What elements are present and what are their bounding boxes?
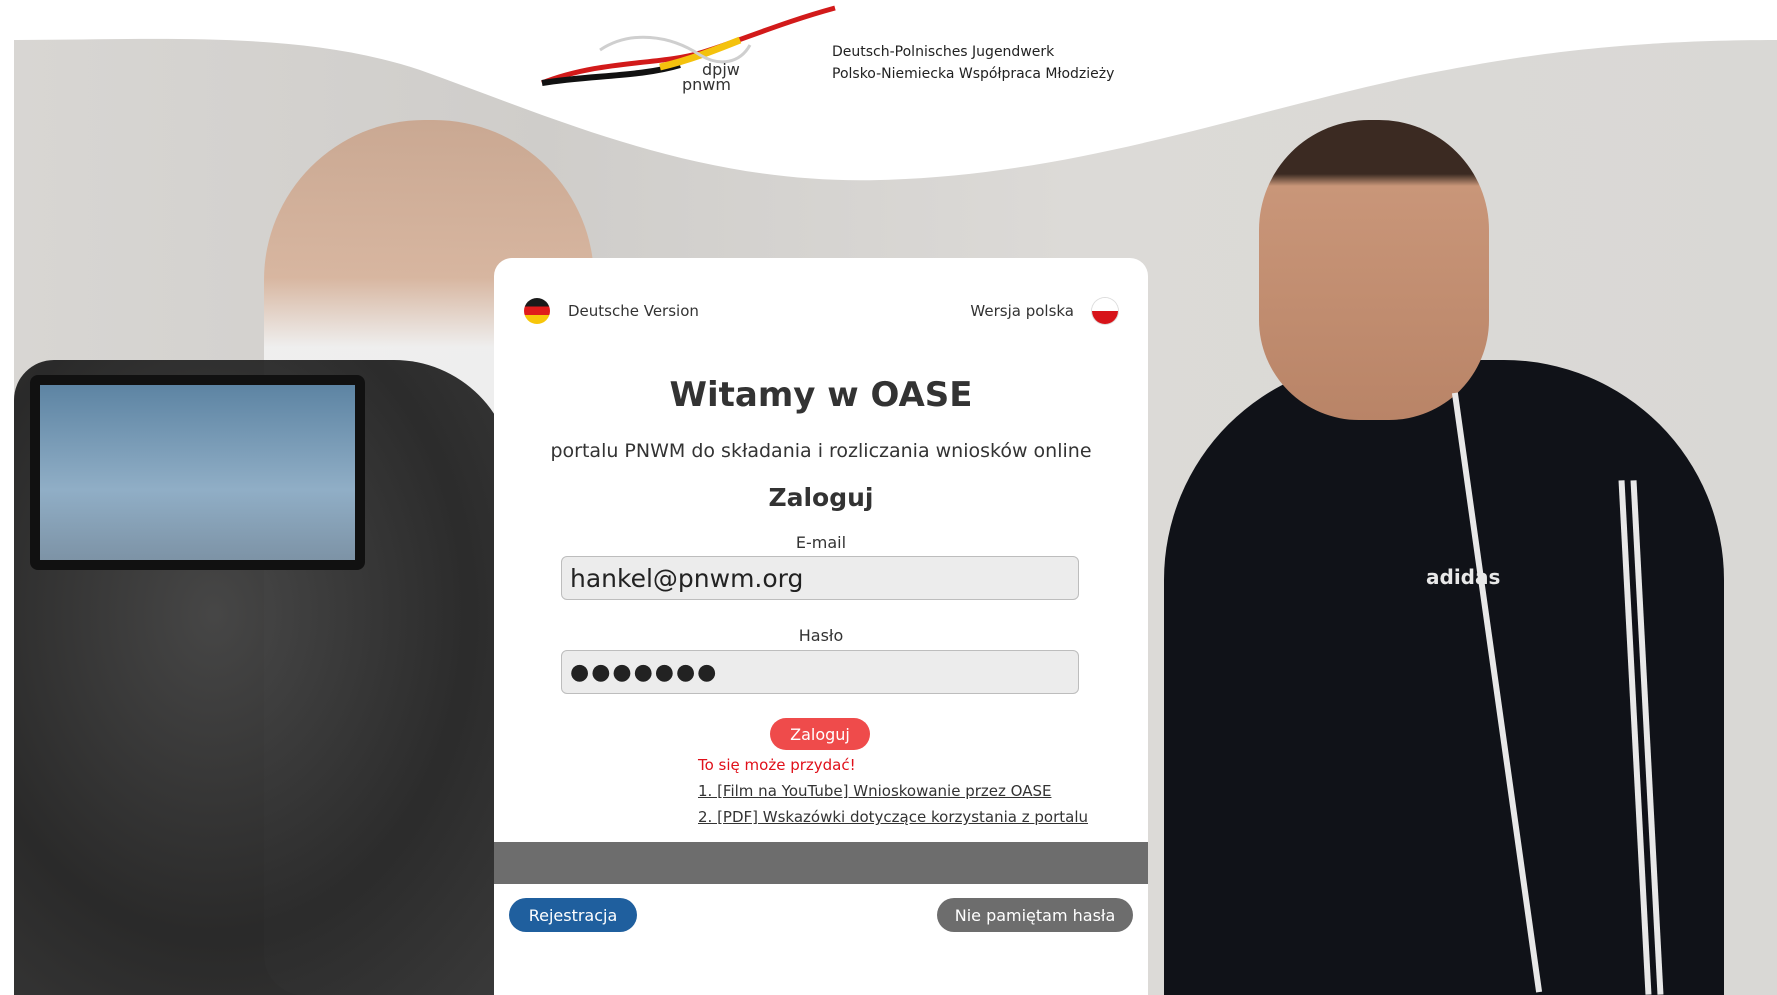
language-german-label: Deutsche Version: [568, 302, 699, 320]
password-label: Hasło: [798, 626, 844, 645]
pdf-guide-link[interactable]: 2. [PDF] Wskazówki dotyczące korzystania…: [698, 808, 1088, 826]
background-camera-screen: [30, 375, 365, 570]
page-subtitle: portalu PNWM do składania i rozliczania …: [550, 440, 1092, 462]
language-polish-label: Wersja polska: [970, 302, 1074, 320]
adidas-logo: adidas: [1426, 565, 1501, 589]
flag-pl-icon: [1092, 298, 1118, 324]
page-title: Witamy w OASE: [669, 375, 973, 415]
forgot-password-button[interactable]: Nie pamiętam hasła: [937, 898, 1133, 932]
logo-name-de: Deutsch-Polnisches Jugendwerk: [832, 44, 1055, 60]
logo-short-pl: pnwm: [682, 75, 731, 94]
logo-name-pl: Polsko-Niemiecka Współpraca Młodzieży: [832, 66, 1115, 82]
email-label: E-mail: [795, 533, 847, 552]
login-card: Deutsche Version Wersja polska Witamy w …: [494, 258, 1148, 995]
youtube-guide-link[interactable]: 1. [Film na YouTube] Wnioskowanie przez …: [698, 782, 1051, 800]
flag-de-icon: [524, 298, 550, 324]
password-field[interactable]: ●●●●●●●: [561, 650, 1079, 694]
login-heading: Zaloguj: [768, 483, 874, 512]
login-button[interactable]: Zaloguj: [770, 718, 870, 750]
email-field[interactable]: hankel@pnwm.org: [561, 556, 1079, 600]
logo: dpjw pnwm Deutsch-Polnisches Jugendwerk …: [540, 5, 1140, 105]
logo-org-names: Deutsch-Polnisches Jugendwerk Polsko-Nie…: [832, 41, 1114, 85]
register-button[interactable]: Rejestracja: [509, 898, 637, 932]
help-hint: To się może przydać!: [698, 756, 856, 774]
language-german-link[interactable]: Deutsche Version: [524, 298, 699, 324]
card-divider-bar: [494, 842, 1148, 884]
language-polish-link[interactable]: Wersja polska: [970, 298, 1118, 324]
